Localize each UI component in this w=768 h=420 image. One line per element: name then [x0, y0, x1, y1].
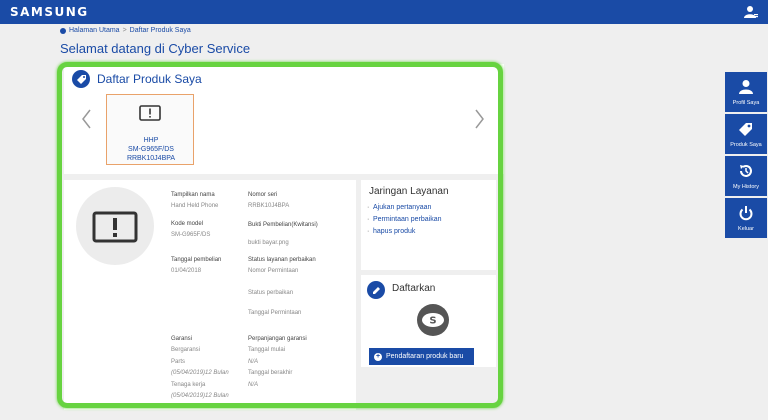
warranty-label: Garansi — [171, 336, 193, 342]
parts-label: Parts — [171, 359, 186, 365]
breadcrumb-home[interactable]: Halaman Utama — [69, 27, 120, 34]
product-card-model: SM-G965F/DS — [128, 146, 174, 153]
register-product-button[interactable]: + Pendaftaran produk baru — [369, 348, 474, 365]
serial-value: RRBK10J4BPA — [248, 203, 290, 209]
page-title: Selamat datang di Cyber Service — [60, 41, 251, 56]
product-detail-panel: Tampilkan nama Hand Held Phone Kode mode… — [64, 180, 356, 410]
register-title: Daftarkan — [392, 283, 436, 294]
chevron-left-icon[interactable] — [80, 108, 94, 130]
display-name-value: Hand Held Phone — [171, 203, 219, 209]
breadcrumb-separator: > — [122, 27, 127, 34]
serial-label: Nomor seri — [248, 192, 278, 198]
repair-status-label: Status layanan perbaikan — [248, 257, 316, 263]
history-icon — [740, 165, 752, 177]
warranty-extension-label: Perpanjangan garansi — [248, 336, 307, 342]
side-item-history-label: My History — [733, 184, 759, 190]
request-number-label: Nomor Permintaan — [248, 268, 299, 274]
person-icon — [739, 80, 753, 94]
side-item-profile-label: Profil Saya — [732, 100, 760, 106]
start-date-value: N/A — [248, 359, 259, 365]
alert-icon — [92, 211, 138, 243]
home-dot-icon — [60, 27, 66, 34]
plus-icon: + — [374, 352, 382, 361]
repair-status-value: Status perbaikan — [248, 290, 294, 296]
start-date-label: Tanggal mulai — [248, 347, 286, 353]
samsung-s-logo: S — [417, 304, 449, 336]
alert-icon — [139, 105, 161, 121]
pencil-icon — [367, 281, 385, 299]
power-icon — [739, 206, 753, 221]
service-network-panel: Jaringan Layanan Ajukan pertanyaan Permi… — [361, 180, 496, 270]
register-panel: Daftarkan S + Pendaftaran produk baru — [361, 275, 496, 367]
breadcrumb: Halaman Utama > Daftar Produk Saya — [60, 27, 191, 34]
proof-value[interactable]: bukti bayar.png — [248, 240, 289, 246]
model-code-label: Kode model — [171, 221, 204, 227]
product-list-panel: Daftar Produk Saya HHP SM-G965F/DS RRBK1… — [64, 64, 504, 174]
proof-label: Bukti Pembelian(Kwitansi) — [248, 222, 318, 228]
product-list-title: Daftar Produk Saya — [97, 72, 202, 86]
labor-label: Tenaga kerja — [171, 382, 206, 388]
product-image — [76, 187, 154, 265]
warranty-status: Bergaransi — [171, 347, 201, 353]
side-item-profile[interactable]: Profil Saya — [725, 72, 767, 112]
ask-question-link[interactable]: Ajukan pertanyaan — [367, 204, 431, 211]
product-list-header: Daftar Produk Saya — [72, 70, 202, 88]
breadcrumb-current[interactable]: Daftar Produk Saya — [130, 27, 191, 34]
end-date-label: Tanggal berakhir — [248, 370, 293, 376]
parts-value: (05/04/2019)12 Bulan — [171, 370, 229, 376]
side-item-products-label: Produk Saya — [730, 142, 762, 148]
purchase-date-label: Tanggal pembelian — [171, 257, 222, 263]
tag-icon — [739, 123, 752, 136]
side-item-history[interactable]: My History — [725, 156, 767, 196]
model-code-value: SM-G965F/DS — [171, 232, 211, 238]
register-product-label: Pendaftaran produk baru — [386, 353, 464, 360]
end-date-value: N/A — [248, 382, 259, 388]
repair-request-link[interactable]: Permintaan perbaikan — [367, 216, 441, 223]
samsung-logo[interactable]: SAMSUNG — [10, 5, 89, 19]
tag-icon — [72, 70, 90, 88]
side-menu: Profil Saya Produk Saya My History Kelua… — [725, 72, 767, 240]
delete-product-link[interactable]: hapus produk — [367, 228, 415, 235]
display-name-label: Tampilkan nama — [171, 192, 215, 198]
service-network-title: Jaringan Layanan — [369, 186, 449, 197]
purchase-date-value: 01/04/2018 — [171, 268, 202, 274]
side-item-logout[interactable]: Keluar — [725, 198, 767, 238]
chevron-right-icon[interactable] — [472, 108, 486, 130]
svg-text:S: S — [429, 316, 436, 327]
product-card-serial: RRBK10J4BPA — [126, 155, 176, 162]
side-item-logout-label: Keluar — [738, 226, 754, 232]
labor-value: (05/04/2019)12 Bulan — [171, 393, 229, 399]
top-bar: SAMSUNG — [0, 0, 768, 24]
user-icon[interactable] — [744, 5, 758, 19]
request-date-label: Tanggal Permintaan — [248, 310, 302, 316]
side-item-products[interactable]: Produk Saya — [725, 114, 767, 154]
product-card-type: HHP — [143, 137, 159, 144]
product-card[interactable]: HHP SM-G965F/DS RRBK10J4BPA — [106, 94, 194, 165]
